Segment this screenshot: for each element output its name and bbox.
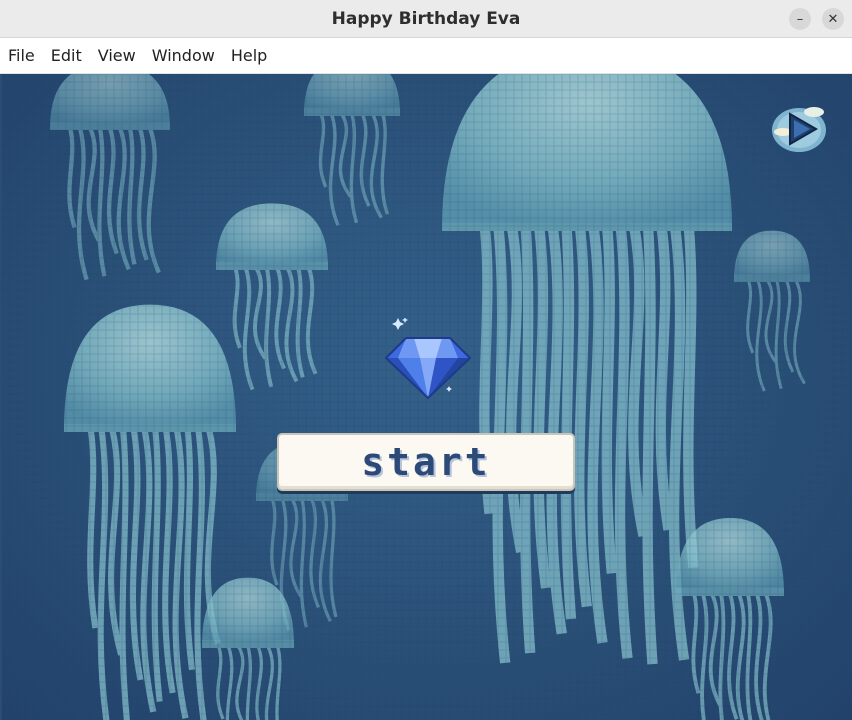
app-window: Happy Birthday Eva – ✕ File Edit View Wi… bbox=[0, 0, 852, 720]
menu-file[interactable]: File bbox=[0, 46, 43, 65]
menu-window[interactable]: Window bbox=[144, 46, 223, 65]
minimize-button[interactable]: – bbox=[789, 8, 811, 30]
menu-help[interactable]: Help bbox=[223, 46, 275, 65]
menu-view[interactable]: View bbox=[90, 46, 144, 65]
start-label: start bbox=[361, 440, 491, 484]
menu-edit[interactable]: Edit bbox=[43, 46, 90, 65]
window-title: Happy Birthday Eva bbox=[331, 8, 521, 29]
play-cloud-icon[interactable] bbox=[768, 102, 830, 156]
blue-diamond-icon bbox=[384, 318, 472, 400]
close-button[interactable]: ✕ bbox=[822, 8, 844, 30]
title-bar[interactable]: Happy Birthday Eva – ✕ bbox=[0, 0, 852, 38]
start-button[interactable]: start bbox=[277, 433, 575, 491]
minimize-icon: – bbox=[796, 11, 804, 27]
game-canvas[interactable]: start bbox=[2, 74, 852, 720]
menu-bar: File Edit View Window Help bbox=[0, 38, 852, 74]
close-icon: ✕ bbox=[827, 11, 839, 27]
